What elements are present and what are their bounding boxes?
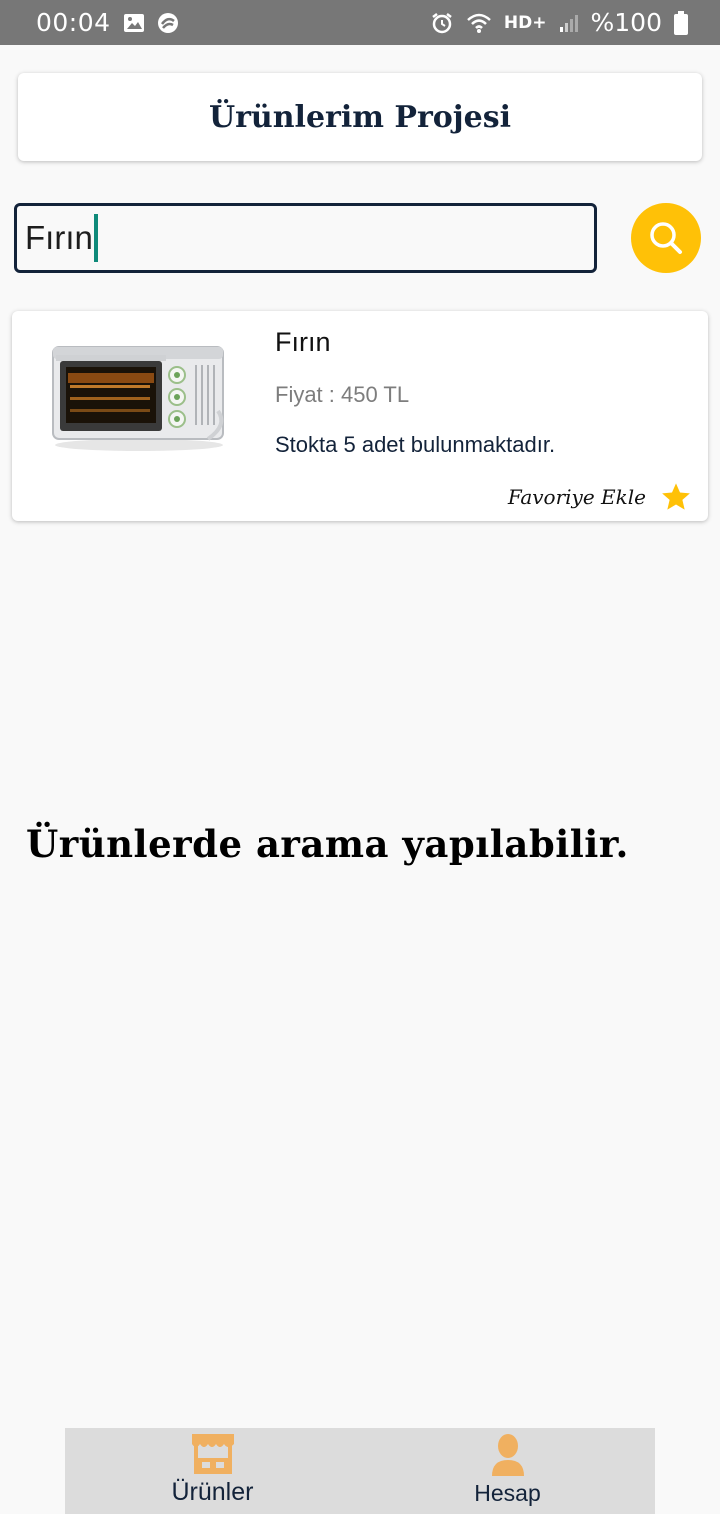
battery-icon	[674, 10, 688, 35]
store-icon	[191, 1434, 234, 1474]
bottom-nav: Ürünler Hesap	[65, 1428, 655, 1514]
product-name: Fırın	[275, 327, 331, 357]
gallery-icon	[123, 13, 145, 33]
nav-label-account: Hesap	[474, 1480, 541, 1506]
product-stock: Stokta 5 adet bulunmaktadır.	[275, 432, 556, 457]
status-left: 00:04	[36, 8, 179, 37]
add-favorite-button[interactable]: Favoriye Ekle	[508, 481, 692, 513]
sync-icon	[157, 12, 179, 34]
nav-item-products[interactable]: Ürünler	[65, 1428, 360, 1514]
info-message: Ürünlerde arama yapılabilir.	[26, 822, 629, 866]
star-icon[interactable]	[660, 481, 692, 513]
search-icon	[650, 222, 682, 254]
text-cursor	[93, 214, 98, 262]
network-type: HD+	[503, 12, 547, 33]
status-right: HD+ %100	[430, 8, 688, 37]
product-card[interactable]: Fırın Fiyat : 450 TL Stokta 5 adet bulun…	[12, 311, 708, 521]
product-price: Fiyat : 450 TL	[275, 382, 410, 407]
wifi-icon	[466, 12, 492, 34]
status-time: 00:04	[36, 8, 111, 37]
search-button[interactable]	[631, 203, 701, 273]
header-card: Ürünlerim Projesi	[18, 73, 702, 161]
page-title: Ürünlerim Projesi	[208, 99, 512, 135]
battery-level: %100	[590, 8, 662, 37]
alarm-icon	[430, 11, 454, 35]
screen: 00:04 HD+ %100 Ürünlerim Projesi Fırın F…	[0, 0, 720, 1514]
search-input[interactable]: Fırın	[14, 203, 597, 273]
status-bar: 00:04 HD+ %100	[0, 0, 720, 45]
nav-item-account[interactable]: Hesap	[360, 1428, 655, 1514]
favorite-label: Favoriye Ekle	[507, 485, 646, 509]
person-icon	[491, 1434, 524, 1476]
nav-label-products: Ürünler	[171, 1478, 254, 1506]
signal-icon	[559, 13, 579, 33]
search-input-value: Fırın	[25, 219, 93, 256]
oven-image	[52, 346, 224, 451]
